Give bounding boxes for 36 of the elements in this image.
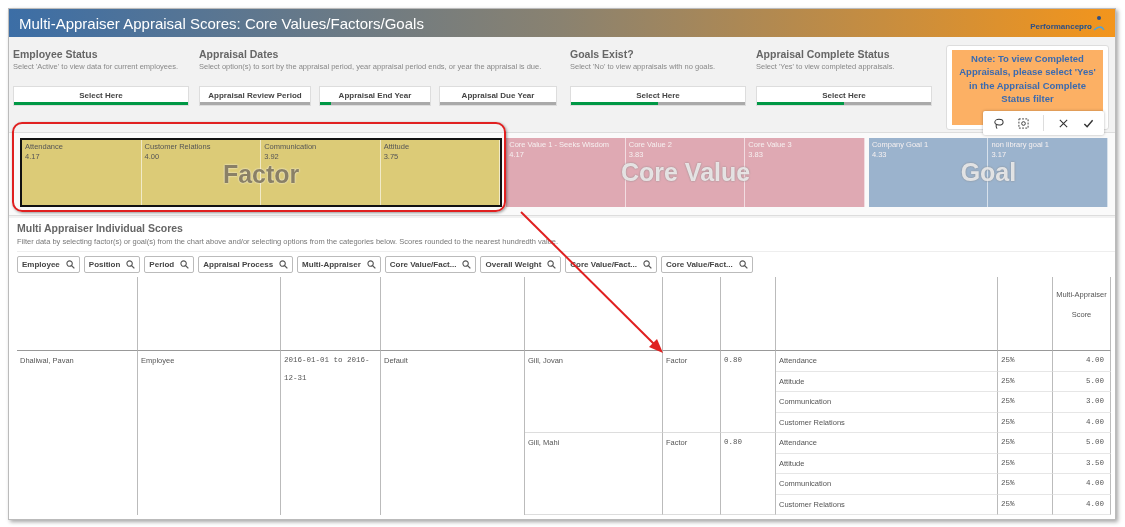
column-filter[interactable]: Multi-Appraiser (297, 256, 381, 273)
column-filter[interactable]: Employee (17, 256, 80, 273)
dropdown[interactable]: Select Here (13, 86, 189, 106)
search-icon (279, 260, 289, 269)
search-icon (643, 260, 653, 269)
column-filter[interactable]: Period (144, 256, 195, 273)
search-icon (738, 260, 748, 269)
dropdown[interactable]: Select Here (570, 86, 746, 106)
filter-title: Appraisal Complete Status (756, 48, 891, 60)
search-icon (180, 260, 190, 269)
search-icon (462, 260, 472, 269)
table-title: Multi Appraiser Individual Scores (17, 222, 183, 234)
group-label: Core Value (620, 158, 751, 186)
close-icon[interactable] (1058, 117, 1069, 129)
dropdown[interactable]: Appraisal Due Year (439, 86, 557, 106)
filter-title: Goals Exist? (570, 48, 635, 60)
select-icon[interactable] (1018, 117, 1029, 129)
column-filter[interactable]: Position (83, 256, 141, 273)
search-icon (65, 260, 75, 269)
dropdown[interactable]: Appraisal End Year (319, 86, 431, 106)
search-icon (366, 260, 376, 269)
dashboard-title: Multi-Appraiser Appraisal Scores: Core Values/Factors/Goals (19, 14, 424, 32)
check-icon[interactable] (1083, 117, 1094, 129)
lasso-icon[interactable] (993, 117, 1004, 129)
dropdown[interactable]: Select Here (756, 86, 932, 106)
logo: Performancepro (1030, 22, 1092, 31)
column-filter[interactable]: Appraisal Process (198, 256, 294, 273)
dropdown[interactable]: Appraisal Review Period (199, 86, 311, 106)
column-filter[interactable]: Core Value/Fact... (384, 256, 477, 273)
logo-icon (1093, 15, 1105, 31)
filter-title: Appraisal Dates (199, 48, 280, 60)
column-filter[interactable]: Overall Weight (480, 256, 562, 273)
search-icon (547, 260, 557, 269)
filter-title: Employee Status (13, 48, 99, 60)
column-filter[interactable]: Core Value/Fact... (661, 256, 753, 273)
search-icon (126, 260, 136, 269)
